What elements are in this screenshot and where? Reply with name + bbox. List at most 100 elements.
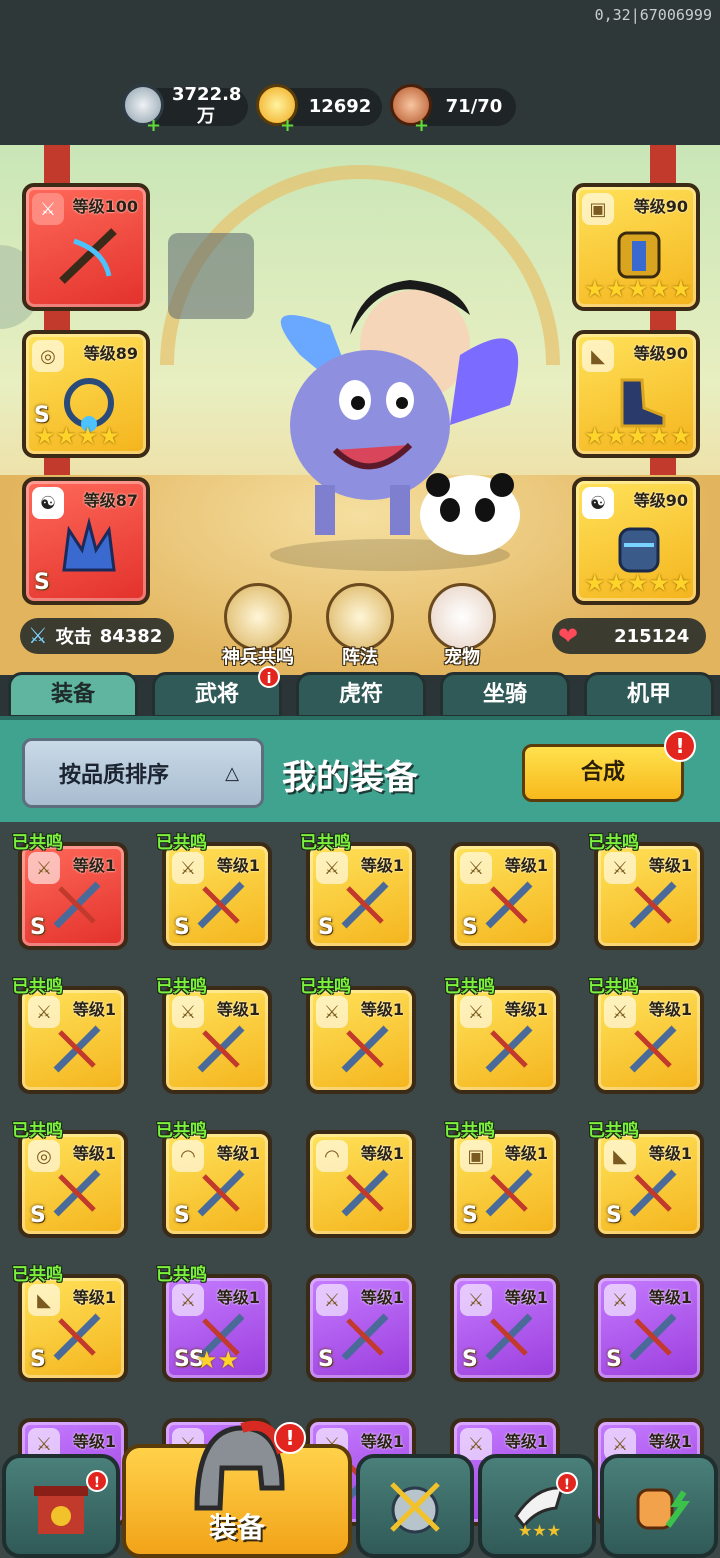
item-card: ⚔等级1 <box>594 986 704 1094</box>
equipment-item[interactable]: ◠ 等级1 <box>306 1130 416 1238</box>
grade-label: S <box>606 1203 622 1228</box>
item-card: ⚔ 等级1 S <box>306 1274 416 1382</box>
equip-slot-weapon[interactable]: ⚔ 等级100 <box>22 183 150 311</box>
resonance-icon <box>224 583 292 651</box>
equipment-item[interactable]: ▣ 等级1 S 已共鸣 <box>444 1121 560 1238</box>
tab-tiger-tally[interactable]: 虎符 <box>296 672 426 718</box>
item-card: ◎ 等级1 S <box>18 1130 128 1238</box>
resonated-label: 已共鸣 <box>156 977 207 997</box>
item-level: 等级1 <box>648 1144 692 1163</box>
notification-badge: ! <box>556 1472 578 1494</box>
weapon-item-icon <box>197 881 245 929</box>
equipment-item[interactable]: ◠ 等级1 S 已共鸣 <box>156 1121 272 1238</box>
item-card: ⚔ 等级1 SS ★★ <box>162 1274 272 1382</box>
grade-label: S <box>318 915 334 940</box>
notification-badge: i <box>258 666 280 688</box>
equipment-item[interactable]: ⚔ 等级1 已共鸣 <box>588 833 704 950</box>
nav-castle[interactable]: ! <box>2 1454 120 1558</box>
equipment-item[interactable]: ⚔ 等级1 已共鸣 <box>156 977 272 1094</box>
item-level: 等级1 <box>360 1288 404 1307</box>
weapon-item-icon <box>53 1169 101 1217</box>
plus-icon[interactable]: + <box>414 117 430 135</box>
item-card: ◣ 等级1 S <box>594 1130 704 1238</box>
weapon-item-icon <box>485 1169 533 1217</box>
nav-equipment[interactable]: 装备 ! <box>122 1420 352 1558</box>
weapon-item-icon <box>53 1025 101 1073</box>
sort-by-quality-button[interactable]: 按品质排序 △ <box>22 738 264 808</box>
equipment-item[interactable]: ⚔ 等级1 S 已共鸣 <box>12 833 128 950</box>
equipment-item[interactable]: ◣ 等级1 S 已共鸣 <box>12 1265 128 1382</box>
castle-icon <box>34 1486 88 1534</box>
bottom-nav: ! 装备 ! ★★★ ! <box>0 1420 720 1558</box>
item-level: 等级1 <box>648 1288 692 1307</box>
equip-slot-boots[interactable]: ◣ 等级90 ★★★★★ <box>572 330 700 458</box>
stamina-resource[interactable]: + 71/70 <box>390 84 516 135</box>
item-level: 等级1 <box>72 1288 116 1307</box>
synthesize-button[interactable]: 合成 <box>522 744 684 802</box>
tab-equipment[interactable]: 装备 <box>8 672 138 718</box>
top-bar: 0,32|67006999 + 3722.8 万 + 12692 + 71/70 <box>0 0 720 145</box>
equipment-item[interactable]: ⚔ 等级1 S <box>450 1274 560 1382</box>
tab-mecha[interactable]: 机甲 <box>584 672 714 718</box>
item-level: 等级1 <box>360 856 404 875</box>
equipment-item[interactable]: ⚔ 等级1 S 已共鸣 <box>300 833 416 950</box>
resonated-label: 已共鸣 <box>12 1121 63 1141</box>
equipment-item[interactable]: ⚔ 等级1 S 已共鸣 <box>156 833 272 950</box>
page-title: 我的装备 <box>282 758 418 798</box>
weapon-item-icon <box>341 881 389 929</box>
attack-stat: ⚔ 攻击 84382 <box>20 618 174 654</box>
equipment-item[interactable]: ◣ 等级1 S 已共鸣 <box>588 1121 704 1238</box>
item-card: ◠ 等级1 <box>306 1130 416 1238</box>
equip-slot-talisman[interactable]: ☯ 等级87 S <box>22 477 150 605</box>
item-card: ⚔ 等级1 S <box>18 842 128 950</box>
formation-button[interactable]: 阵法 <box>322 583 398 669</box>
equipment-item[interactable]: ⚔ 等级1 SS ★★ 已共鸣 <box>156 1265 272 1382</box>
sword-icon: ⚔ <box>28 623 48 649</box>
nav-upgrade[interactable] <box>600 1454 718 1558</box>
equip-slot-necklace[interactable]: ◎ 等级89 S ★★★★ <box>22 330 150 458</box>
item-level: 等级1 <box>648 1000 692 1019</box>
grade-label: S <box>174 1203 190 1228</box>
grade-label: S <box>606 1347 622 1372</box>
equipment-item[interactable]: ⚔ 等级1 已共鸣 <box>588 977 704 1094</box>
equipment-item[interactable]: ⚔ 等级1 S <box>594 1274 704 1382</box>
grade-label: S <box>462 1203 478 1228</box>
weapon-item-icon <box>341 1169 389 1217</box>
notification-badge: ! <box>274 1422 306 1454</box>
item-level: 等级1 <box>504 856 548 875</box>
equipment-item[interactable]: ⚔ 等级1 已共鸣 <box>300 977 416 1094</box>
grade-label: S <box>30 1203 46 1228</box>
item-level: 等级1 <box>648 856 692 875</box>
weapon-item-icon <box>197 1169 245 1217</box>
plus-icon[interactable]: + <box>280 117 296 135</box>
fist-upgrade-icon <box>636 1488 690 1530</box>
item-level: 等级1 <box>216 856 260 875</box>
equipment-item[interactable]: ⚔ 等级1 S <box>450 842 560 950</box>
nav-battle[interactable] <box>356 1454 474 1558</box>
silver-resource[interactable]: + 3722.8 万 <box>122 84 248 135</box>
heart-icon: ❤ <box>558 622 579 650</box>
resonance-button[interactable]: 神兵共鸣 <box>220 583 296 669</box>
equipment-item[interactable]: ◎ 等级1 S 已共鸣 <box>12 1121 128 1238</box>
weapon-item-icon <box>629 1313 677 1361</box>
weapon-item-icon <box>341 1313 389 1361</box>
crossed-swords-shield-icon <box>390 1482 440 1534</box>
weapon-item-icon <box>629 881 677 929</box>
gold-resource[interactable]: + 12692 <box>256 84 382 135</box>
equip-slot-bracer[interactable]: ☯ 等级90 ★★★★★ <box>572 477 700 605</box>
equipment-item[interactable]: ⚔ 等级1 S <box>306 1274 416 1382</box>
nav-events[interactable]: ★★★ ! <box>478 1454 596 1558</box>
pet-button[interactable]: 宠物 <box>424 583 500 669</box>
weapon-item-icon <box>485 1313 533 1361</box>
resonated-label: 已共鸣 <box>12 1265 63 1285</box>
equipment-item[interactable]: ⚔ 等级1 已共鸣 <box>12 977 128 1094</box>
item-card: ⚔等级1 <box>594 842 704 950</box>
hero-with-mount[interactable] <box>240 235 540 575</box>
crossbow-item-icon <box>59 228 117 284</box>
equipment-item[interactable]: ⚔ 等级1 已共鸣 <box>444 977 560 1094</box>
item-level: 等级1 <box>72 856 116 875</box>
tab-mount[interactable]: 坐骑 <box>440 672 570 718</box>
equip-slot-armor[interactable]: ▣ 等级90 ★★★★★ <box>572 183 700 311</box>
plus-icon[interactable]: + <box>146 117 162 135</box>
grade-label: S <box>462 1347 478 1372</box>
